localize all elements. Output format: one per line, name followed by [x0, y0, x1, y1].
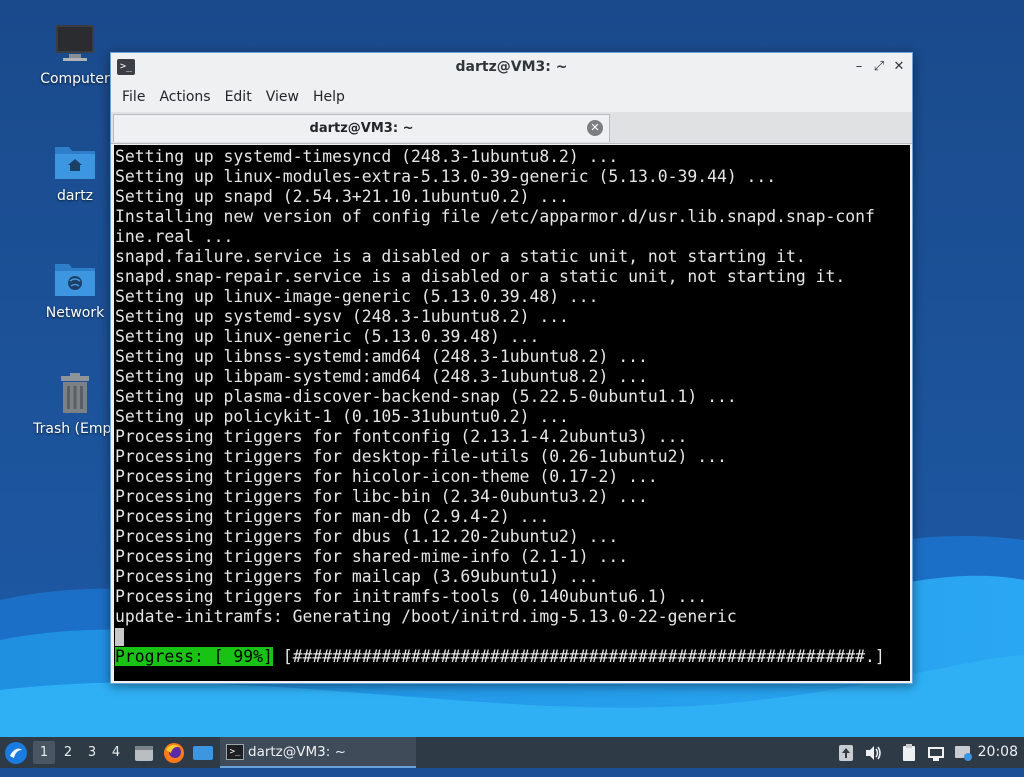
- network-status-icon[interactable]: [926, 743, 946, 763]
- window-titlebar[interactable]: >_ dartz@VM3: ~ – ⤢ ✕: [111, 53, 912, 82]
- menu-actions[interactable]: Actions: [152, 82, 217, 112]
- terminal-line: Processing triggers for libc-bin (2.34-0…: [115, 487, 648, 506]
- terminal-line: Setting up systemd-sysv (248.3-1ubuntu8.…: [115, 307, 569, 326]
- terminal-line: Processing triggers for man-db (2.9.4-2)…: [115, 507, 550, 526]
- terminal-line: Setting up plasma-discover-backend-snap …: [115, 387, 737, 406]
- desktop-icon-label: Computer: [40, 71, 110, 87]
- clock[interactable]: 20:08: [978, 737, 1018, 768]
- terminal-line: Processing triggers for desktop-file-uti…: [115, 447, 727, 466]
- tab-session[interactable]: dartz@VM3: ~ ✕: [113, 114, 610, 142]
- firefox-launcher[interactable]: [162, 741, 186, 765]
- terminal-line: Processing triggers for initramfs-tools …: [115, 587, 708, 606]
- menu-file[interactable]: File: [115, 82, 152, 112]
- terminal-window: >_ dartz@VM3: ~ – ⤢ ✕ File Actions Edit …: [110, 52, 913, 684]
- taskbar: 1 2 3 4 >_ dartz@VM3: ~ 20:08: [0, 737, 1024, 768]
- terminal-line: Setting up linux-image-generic (5.13.0.3…: [115, 287, 599, 306]
- terminal-line: Installing new version of config file /e…: [115, 207, 875, 226]
- tab-close-icon[interactable]: ✕: [587, 120, 603, 136]
- terminal-line: Processing triggers for hicolor-icon-the…: [115, 467, 658, 486]
- terminal-line: Setting up linux-generic (5.13.0.39.48) …: [115, 327, 540, 346]
- volume-icon[interactable]: [863, 743, 883, 763]
- tab-bar: dartz@VM3: ~ ✕: [111, 112, 912, 144]
- computer-icon: [53, 22, 97, 66]
- terminal-line: Processing triggers for dbus (1.12.20-2u…: [115, 527, 619, 546]
- terminal-line: Setting up libnss-systemd:amd64 (248.3-1…: [115, 347, 648, 366]
- window-title: dartz@VM3: ~: [455, 59, 568, 75]
- firefox-icon: [164, 743, 184, 763]
- workspace-4[interactable]: 4: [105, 741, 127, 764]
- text-cursor: [115, 628, 124, 646]
- file-manager-icon: [135, 746, 153, 761]
- file-manager-launcher[interactable]: [133, 742, 155, 764]
- terminal-line: Setting up libpam-systemd:amd64 (248.3-1…: [115, 367, 648, 386]
- menu-edit[interactable]: Edit: [218, 82, 259, 112]
- terminal-line: Setting up policykit-1 (0.105-31ubuntu0.…: [115, 407, 569, 426]
- terminal-line: update-initramfs: Generating /boot/initr…: [115, 607, 737, 626]
- minimize-button[interactable]: –: [850, 58, 868, 76]
- tab-label: dartz@VM3: ~: [309, 121, 414, 136]
- notification-icon[interactable]: [953, 743, 973, 763]
- progress-line: Progress: [ 99%] [######################…: [115, 647, 910, 667]
- desktop-icon-label: dartz: [56, 188, 94, 204]
- desktop-icon-home[interactable]: dartz: [27, 139, 123, 204]
- terminal-line: Processing triggers for mailcap (3.69ubu…: [115, 567, 599, 586]
- progress-label: Progress: [ 99%]: [115, 647, 273, 666]
- desktop-icon-trash[interactable]: Trash (Empt: [27, 372, 123, 437]
- tray-updates-icon[interactable]: [836, 743, 856, 763]
- desktop-icon-label: Network: [45, 305, 105, 321]
- terminal-line: ine.real ...: [115, 227, 234, 246]
- desktop-icon-computer[interactable]: Computer: [27, 22, 123, 87]
- menu-view[interactable]: View: [259, 82, 306, 112]
- clipboard-icon[interactable]: [899, 743, 919, 763]
- show-desktop-button[interactable]: [192, 743, 214, 763]
- terminal-lines: Setting up systemd-timesyncd (248.3-1ubu…: [115, 147, 910, 667]
- lubuntu-logo-icon: [5, 742, 27, 764]
- terminal-output[interactable]: Setting up systemd-timesyncd (248.3-1ubu…: [114, 145, 910, 681]
- workspace-2[interactable]: 2: [57, 741, 79, 764]
- terminal-line: Setting up snapd (2.54.3+21.10.1ubuntu0.…: [115, 187, 569, 206]
- trash-icon: [53, 372, 97, 416]
- task-label: dartz@VM3: ~: [248, 744, 346, 760]
- taskbar-task-terminal[interactable]: >_ dartz@VM3: ~: [220, 737, 416, 768]
- application-menu-button[interactable]: [4, 741, 28, 765]
- home-folder-icon: [53, 139, 97, 183]
- desktop: Computer dartz Network Trash (Empt >_ da…: [0, 0, 1024, 737]
- terminal-line: Processing triggers for shared-mime-info…: [115, 547, 629, 566]
- terminal-line: Setting up linux-modules-extra-5.13.0-39…: [115, 167, 777, 186]
- terminal-line: Setting up systemd-timesyncd (248.3-1ubu…: [115, 147, 619, 166]
- menu-bar: File Actions Edit View Help: [111, 82, 912, 112]
- maximize-button[interactable]: ⤢: [870, 58, 888, 76]
- workspace-3[interactable]: 3: [81, 741, 103, 764]
- progress-bar: [#######################################…: [272, 647, 885, 666]
- workspace-1[interactable]: 1: [33, 741, 55, 764]
- desktop-icon-label: Trash (Empt: [33, 421, 117, 437]
- menu-help[interactable]: Help: [306, 82, 352, 112]
- terminal-line: snapd.failure.service is a disabled or a…: [115, 247, 806, 266]
- network-folder-icon: [53, 256, 97, 300]
- desktop-icon-network[interactable]: Network: [27, 256, 123, 321]
- close-button[interactable]: ✕: [890, 58, 908, 76]
- terminal-cursor-line: [115, 627, 910, 647]
- terminal-line: snapd.snap-repair.service is a disabled …: [115, 267, 846, 286]
- terminal-line: Processing triggers for fontconfig (2.13…: [115, 427, 688, 446]
- terminal-icon: >_: [226, 744, 244, 760]
- show-desktop-icon: [193, 746, 213, 760]
